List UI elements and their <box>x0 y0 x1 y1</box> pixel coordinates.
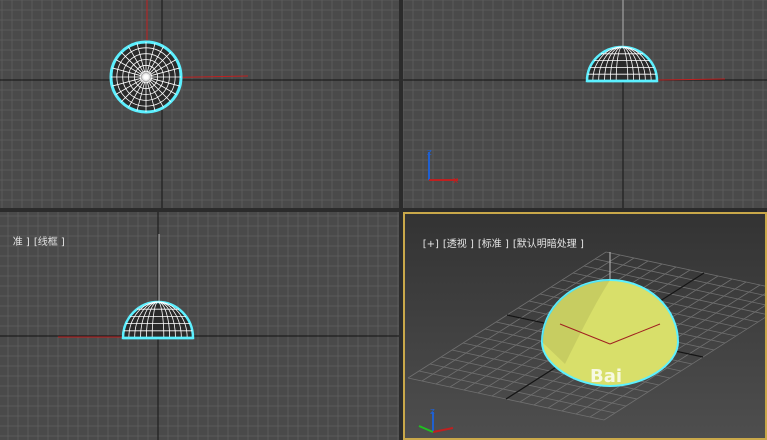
viewport-top[interactable] <box>0 0 399 208</box>
axis-tripod-z-label: z <box>430 407 435 417</box>
persp-label-view[interactable]: [透视 ] <box>443 239 474 250</box>
persp-label-shading[interactable]: [默认明暗处理 ] <box>513 239 584 250</box>
left-label-wireframe[interactable]: [线框 ] <box>34 237 65 248</box>
axis-tripod-y <box>418 425 434 433</box>
top-grid <box>0 0 399 208</box>
viewport-front[interactable]: zx <box>403 0 767 208</box>
perspective-viewport-label: [+] [透视 ] [标准 ] [默认明暗处理 ] <box>410 224 588 261</box>
left-label-shading-partial[interactable]: 准 ] <box>13 237 30 248</box>
viewport-left[interactable]: 准 ] [线框 ] <box>0 212 399 440</box>
hemisphere-wireframe <box>585 45 659 83</box>
watermark: Bai <box>590 366 623 387</box>
left-viewport-label: 准 ] [线框 ] <box>0 222 69 259</box>
axis-tripod-x <box>432 427 454 433</box>
axis-tripod-x-label: x <box>453 176 459 186</box>
viewport-perspective[interactable]: [+] [透视 ] [标准 ] [默认明暗处理 ] z Bai <box>403 212 767 440</box>
front-grid: zx <box>403 0 767 208</box>
persp-label-standard[interactable]: [标准 ] <box>478 239 509 250</box>
axis-tripod-z-label: z <box>427 148 432 158</box>
hemisphere-wireframe <box>121 300 195 340</box>
persp-label-plus[interactable]: [+] <box>423 239 439 250</box>
